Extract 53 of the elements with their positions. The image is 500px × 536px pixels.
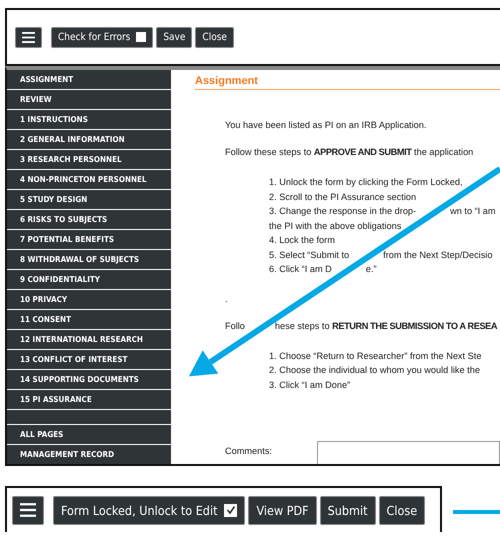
text-fragment: 4. Lock the form [269, 234, 335, 247]
checkbox[interactable] [136, 32, 146, 42]
sidebar-item[interactable]: 7 POTENTIAL BENEFITS [7, 230, 171, 249]
sidebar-item[interactable]: 6 RISKS TO SUBJECTS [7, 210, 171, 229]
sidebar-item[interactable]: ASSIGNMENT [7, 70, 171, 89]
sidebar-item[interactable]: 2 GENERAL INFORMATION [7, 130, 171, 149]
text-fragment: hese steps to RETURN THE SUBMISSION TO A RESEA [274, 320, 498, 330]
text-fragment: from the Next Step/Decisio [383, 248, 492, 262]
sidebar-item[interactable]: REVIEW [7, 90, 171, 109]
menu-button[interactable] [15, 26, 42, 48]
text-fragment: 3. Click “I am Done” [269, 378, 350, 392]
menu-button[interactable] [12, 496, 44, 524]
sidebar-item[interactable]: 10 PRIVACY [7, 290, 171, 309]
comments-field[interactable] [316, 441, 500, 464]
toolbar-button[interactable]: Close [195, 26, 234, 48]
text-fragment: 6. Click “I am D [269, 263, 332, 276]
toolbar-button[interactable]: Close [378, 496, 426, 524]
section-heading: Assignment [195, 75, 500, 90]
sidebar-item[interactable]: 1 INSTRUCTIONS [7, 110, 171, 129]
checkbox-button[interactable]: Form Locked, Unlock to Edit [53, 496, 246, 524]
sidebar-item[interactable]: 11 CONSENT [7, 310, 171, 329]
checkbox[interactable] [224, 504, 238, 516]
text-fragment: Follo [225, 320, 245, 330]
menu-icon [20, 503, 36, 517]
text-fragment: 2. Choose the individual to whom you would like the [269, 364, 480, 377]
text-fragment: 1. Choose “Return to Researcher” from the Next Ste [269, 350, 482, 362]
sidebar-item[interactable]: 12 INTERNATIONAL RESEARCH [7, 330, 171, 349]
text-fragment: 1. Unlock the form by clicking the Form Locked, [269, 176, 463, 189]
sidebar-item[interactable]: 15 PI ASSURANCE [7, 390, 171, 409]
toolbar-button[interactable]: View PDF [248, 496, 317, 524]
toolbar-button[interactable]: Submit [320, 496, 376, 524]
sidebar-item[interactable]: 4 NON-PRINCETON PERSONNEL [7, 170, 171, 189]
field-label: Comments: [225, 446, 272, 456]
text-fragment: e.” [366, 263, 377, 276]
sidebar-item[interactable]: 3 RESEARCH PERSONNEL [7, 150, 171, 169]
sidebar-item[interactable]: 13 CONFLICT OF INTEREST [7, 350, 171, 369]
text-fragment: You have been listed as PI on an IRB Application. [225, 120, 426, 130]
text-fragment: 5. Select “Submit to [269, 248, 350, 262]
text-fragment: wn to “I am [450, 205, 496, 218]
sidebar-item[interactable]: 8 WITHDRAWAL OF SUBJECTS [7, 250, 171, 269]
text-fragment: . [225, 294, 228, 304]
checkbox-button[interactable]: Check for Errors [51, 26, 154, 48]
text-fragment: 3. Change the response in the drop- [269, 205, 416, 218]
sidebar-item[interactable]: 5 STUDY DESIGN [7, 190, 171, 209]
sidebar-item[interactable]: 9 CONFIDENTIALITY [7, 270, 171, 289]
sidebar-item[interactable]: 14 SUPPORTING DOCUMENTS [7, 370, 171, 389]
toolbar-button[interactable]: Save [156, 26, 192, 48]
text-fragment: 2. Scroll to the PI Assurance section [269, 190, 416, 204]
text-fragment: Follow these steps to APPROVE AND SUBMIT the application [225, 147, 474, 157]
sidebar-item[interactable]: ALL PAGES [7, 425, 171, 444]
sidebar-item[interactable]: MANAGEMENT RECORD [7, 445, 171, 464]
menu-icon [22, 32, 35, 42]
text-fragment: the PI with the above obligations [269, 220, 402, 233]
